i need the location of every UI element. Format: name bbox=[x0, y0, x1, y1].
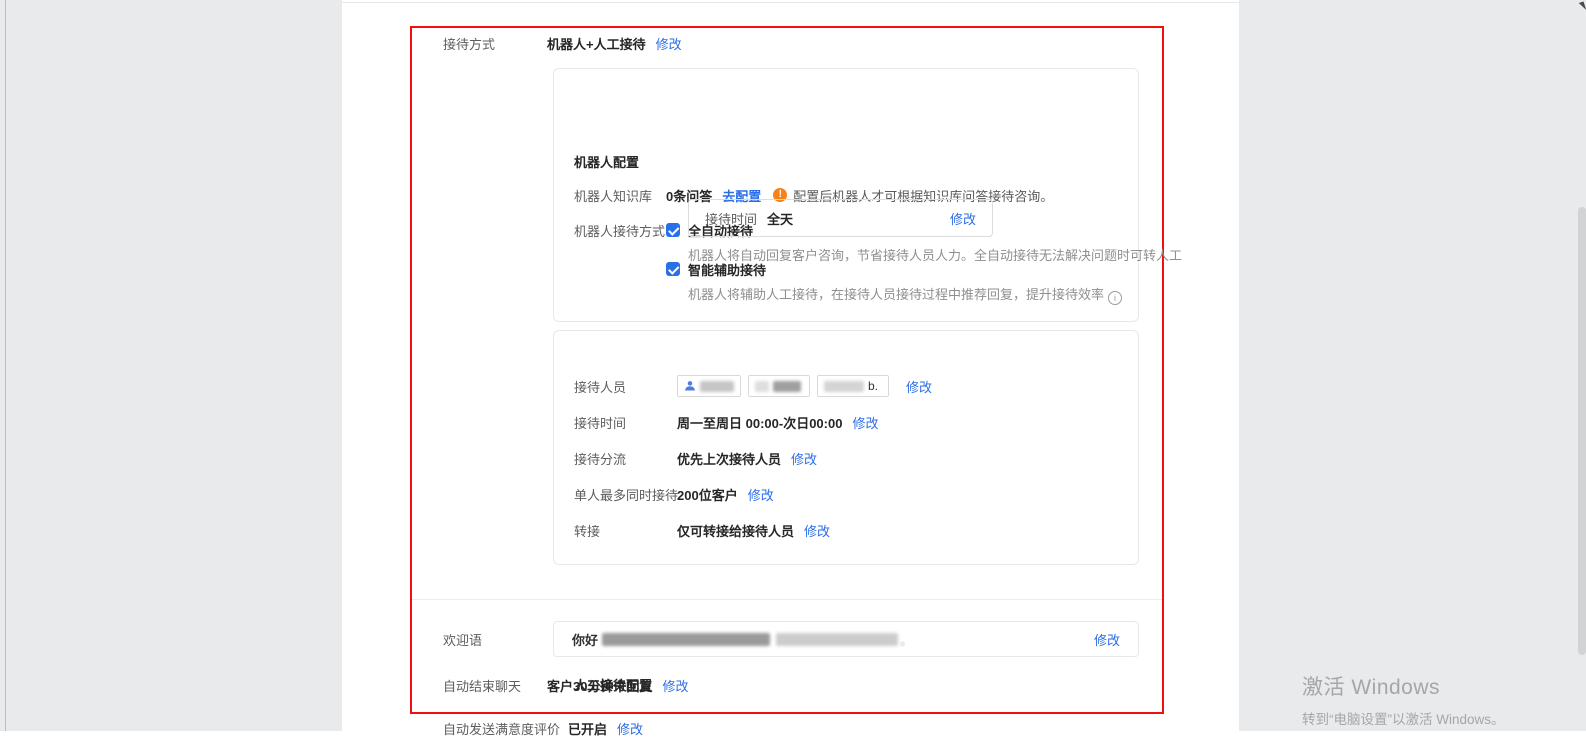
auto-end-row: 自动结束聊天 客户30分钟未回复 修改 bbox=[443, 677, 688, 693]
max-concurrent-value: 200位客户 bbox=[677, 485, 738, 504]
info-icon bbox=[1108, 291, 1122, 305]
knowledge-base-label: 机器人知识库 bbox=[574, 186, 666, 205]
routing-value: 优先上次接待人员 bbox=[677, 449, 781, 468]
watermark-title: 激活 Windows bbox=[1302, 671, 1505, 701]
redacted-name bbox=[755, 381, 769, 392]
satisfaction-row: 自动发送满意度评价 已开启 修改 bbox=[443, 720, 643, 736]
reception-method-edit-link[interactable]: 修改 bbox=[656, 34, 682, 53]
redacted-welcome-text bbox=[776, 633, 898, 646]
settings-page: 激活 Windows 转到“电脑设置”以激活 Windows。 接待方式 机器人… bbox=[0, 0, 1586, 740]
manual-time-edit-link[interactable]: 修改 bbox=[852, 413, 878, 432]
welcome-visible-text: 你好 bbox=[572, 630, 598, 649]
max-concurrent-row: 单人最多同时接待 200位客户 修改 bbox=[574, 486, 774, 502]
smart-assist-desc: 机器人将辅助人工接待，在接待人员接待过程中推荐回复，提升接待效率 bbox=[688, 284, 1122, 305]
windows-activation-watermark: 激活 Windows 转到“电脑设置”以激活 Windows。 bbox=[1302, 671, 1505, 728]
satisfaction-label: 自动发送满意度评价 bbox=[443, 719, 568, 738]
staff-chip bbox=[677, 375, 741, 397]
user-icon bbox=[684, 380, 696, 392]
staff-chip: b. bbox=[817, 375, 889, 397]
satisfaction-edit-link[interactable]: 修改 bbox=[617, 719, 643, 738]
reception-time-label: 接待时间 bbox=[705, 209, 757, 228]
robot-config-card: 机器人配置 机器人知识库 0条问答 去配置 配置后机器人才可根据知识库问答接待咨… bbox=[553, 68, 1139, 322]
redacted-welcome-text bbox=[602, 633, 770, 646]
robot-card-title: 机器人配置 bbox=[574, 152, 639, 171]
manual-time-value: 周一至周日 00:00-次日00:00 bbox=[677, 413, 842, 432]
watermark-subtitle: 转到“电脑设置”以激活 Windows。 bbox=[1302, 708, 1505, 728]
max-concurrent-label: 单人最多同时接待 bbox=[574, 485, 677, 504]
staff-row: 接待人员 b. 修改 bbox=[574, 375, 932, 397]
section-divider bbox=[412, 599, 1162, 600]
manual-time-row: 接待时间 周一至周日 00:00-次日00:00 修改 bbox=[574, 414, 878, 430]
welcome-edit-link[interactable]: 修改 bbox=[1094, 630, 1120, 649]
scrollbar-thumb[interactable] bbox=[1578, 207, 1586, 655]
auto-end-edit-link[interactable]: 修改 bbox=[662, 676, 688, 695]
robot-mode-label: 机器人接待方式 bbox=[574, 221, 666, 240]
welcome-label: 欢迎语 bbox=[443, 630, 482, 649]
left-gray-panel bbox=[0, 0, 342, 731]
routing-edit-link[interactable]: 修改 bbox=[791, 449, 817, 468]
staff-edit-link[interactable]: 修改 bbox=[906, 377, 932, 396]
content-top-divider bbox=[342, 2, 1239, 3]
full-auto-checkbox[interactable] bbox=[666, 223, 680, 237]
manual-config-card: 人工接待配置 接待人员 b. 修改 接待时间 周一至周日 00:00-次日00:… bbox=[553, 330, 1139, 565]
smart-assist-desc-text: 机器人将辅助人工接待，在接待人员接待过程中推荐回复，提升接待效率 bbox=[688, 287, 1104, 302]
reception-method-row: 接待方式 机器人+人工接待 修改 bbox=[443, 35, 682, 51]
routing-row: 接待分流 优先上次接待人员 修改 bbox=[574, 450, 817, 466]
redacted-name bbox=[700, 381, 734, 392]
right-gray-panel bbox=[1239, 0, 1586, 731]
smart-assist-checkbox[interactable] bbox=[666, 262, 680, 276]
staff-chip bbox=[748, 375, 810, 397]
reception-time-value: 全天 bbox=[767, 209, 793, 228]
transfer-value: 仅可转接给接待人员 bbox=[677, 521, 794, 540]
satisfaction-value: 已开启 bbox=[568, 719, 607, 738]
welcome-message-box: 你好 。 修改 bbox=[553, 621, 1139, 657]
transfer-edit-link[interactable]: 修改 bbox=[804, 521, 830, 540]
reception-time-edit-link[interactable]: 修改 bbox=[950, 209, 976, 228]
transfer-row: 转接 仅可转接给接待人员 修改 bbox=[574, 522, 830, 538]
window-edge-line bbox=[5, 0, 6, 731]
auto-end-label: 自动结束聊天 bbox=[443, 676, 547, 695]
staff-chip-suffix: b. bbox=[868, 379, 878, 393]
auto-reception-time-box: 接待时间 全天 修改 bbox=[688, 199, 993, 237]
smart-assist-label: 智能辅助接待 bbox=[688, 260, 766, 279]
redacted-name bbox=[824, 381, 864, 392]
auto-end-value: 客户30分钟未回复 bbox=[547, 676, 652, 695]
reception-method-value: 机器人+人工接待 bbox=[547, 34, 646, 53]
staff-label: 接待人员 bbox=[574, 377, 677, 396]
transfer-label: 转接 bbox=[574, 521, 677, 540]
reception-method-label: 接待方式 bbox=[443, 34, 547, 53]
welcome-faint-tail: 。 bbox=[900, 630, 913, 649]
redacted-name bbox=[773, 381, 801, 392]
max-concurrent-edit-link[interactable]: 修改 bbox=[748, 485, 774, 504]
routing-label: 接待分流 bbox=[574, 449, 677, 468]
welcome-label-row: 欢迎语 bbox=[443, 631, 482, 647]
manual-time-label: 接待时间 bbox=[574, 413, 677, 432]
smart-assist-row: 智能辅助接待 bbox=[666, 261, 766, 277]
